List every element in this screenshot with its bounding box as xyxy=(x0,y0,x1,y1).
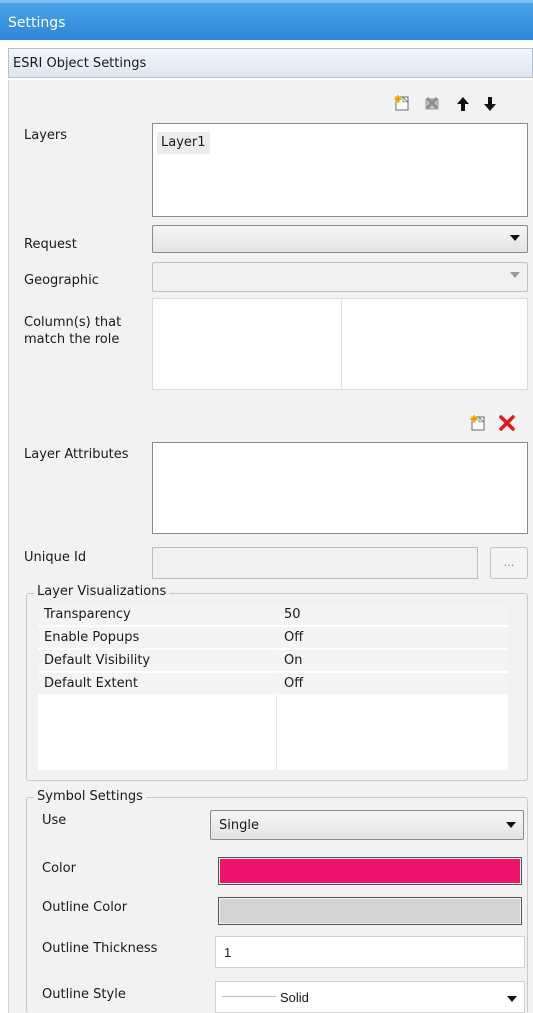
line-style-preview xyxy=(222,996,276,997)
row-value: Off xyxy=(284,630,304,645)
delete-layer-icon[interactable] xyxy=(424,95,440,111)
columns-role-grid[interactable] xyxy=(152,298,528,390)
new-layer-icon[interactable] xyxy=(394,95,410,111)
columns-role-label: Column(s) that match the role xyxy=(24,314,121,348)
window-title: Settings xyxy=(8,15,66,31)
symbol-outline-color-swatch[interactable] xyxy=(218,897,522,925)
outline-style-dropdown[interactable]: Solid xyxy=(215,981,525,1013)
section-title: ESRI Object Settings xyxy=(13,56,147,71)
window-title-bar: Settings xyxy=(0,0,533,40)
chevron-down-icon xyxy=(510,272,520,278)
request-dropdown[interactable] xyxy=(152,225,528,253)
chevron-down-icon xyxy=(510,235,520,241)
request-label: Request xyxy=(24,237,77,252)
row-name: Transparency xyxy=(44,607,131,622)
unique-id-browse-button[interactable]: ... xyxy=(490,547,528,579)
row-name: Default Visibility xyxy=(44,653,151,668)
table-row[interactable]: Enable Popups Off xyxy=(38,627,508,649)
symbol-use-dropdown[interactable]: Single xyxy=(210,810,524,840)
columns-role-label-line1: Column(s) that xyxy=(24,315,122,330)
layers-list[interactable]: Layer1 xyxy=(152,123,528,217)
unique-id-field[interactable] xyxy=(152,547,478,579)
outline-thickness-value: 1 xyxy=(224,945,232,960)
layer-attributes-label: Layer Attributes xyxy=(24,447,129,462)
layers-label: Layers xyxy=(24,128,68,143)
column-divider xyxy=(341,299,342,389)
row-name: Enable Popups xyxy=(44,630,140,645)
layer-attributes-list[interactable] xyxy=(152,442,528,534)
chevron-down-icon xyxy=(507,996,517,1002)
row-value: On xyxy=(284,653,303,668)
geographic-label: Geographic xyxy=(24,273,99,288)
visualizations-grid[interactable]: Transparency 50 Enable Popups Off Defaul… xyxy=(38,604,508,770)
symbol-outline-style-label: Outline Style xyxy=(42,987,126,1002)
unique-id-label: Unique Id xyxy=(24,550,87,565)
row-value: 50 xyxy=(284,607,301,622)
color-fill xyxy=(220,859,520,883)
symbol-color-label: Color xyxy=(42,861,76,876)
outline-style-value: Solid xyxy=(280,990,309,1005)
delete-attribute-icon[interactable] xyxy=(499,415,515,431)
section-header[interactable]: ESRI Object Settings xyxy=(8,48,533,78)
table-row[interactable]: Default Extent Off xyxy=(38,673,508,695)
new-attribute-icon[interactable] xyxy=(470,415,486,431)
outline-thickness-input[interactable]: 1 xyxy=(215,936,525,968)
symbol-use-value: Single xyxy=(219,818,259,833)
row-name: Default Extent xyxy=(44,676,138,691)
symbol-settings-title: Symbol Settings xyxy=(34,789,146,804)
symbol-use-label: Use xyxy=(42,813,67,828)
layer-visualizations-title: Layer Visualizations xyxy=(34,584,170,599)
table-row[interactable]: Transparency 50 xyxy=(38,604,508,626)
list-item-layer1[interactable]: Layer1 xyxy=(157,132,210,154)
geographic-dropdown[interactable] xyxy=(152,262,528,292)
table-row[interactable]: Default Visibility On xyxy=(38,650,508,672)
outline-color-fill xyxy=(220,899,520,923)
row-value: Off xyxy=(284,676,304,691)
symbol-color-swatch[interactable] xyxy=(218,857,522,885)
columns-role-label-line2: match the role xyxy=(24,332,120,347)
symbol-outline-thickness-label: Outline Thickness xyxy=(42,941,158,956)
move-up-icon[interactable] xyxy=(455,96,471,112)
move-down-icon[interactable] xyxy=(482,96,498,112)
symbol-outline-color-label: Outline Color xyxy=(42,900,128,915)
chevron-down-icon xyxy=(506,822,516,828)
